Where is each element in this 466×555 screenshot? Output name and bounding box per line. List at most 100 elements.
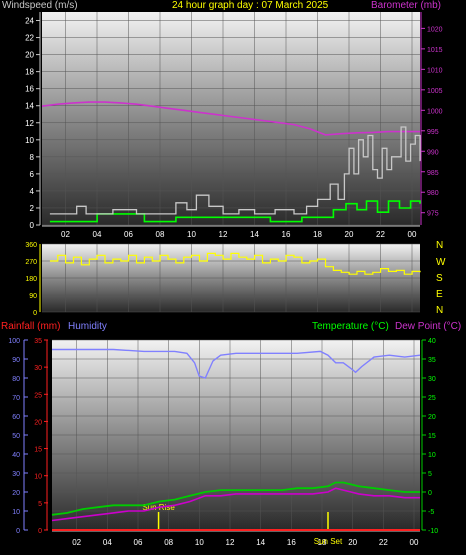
temperature-panel: 010203040506070809010005101520253035 -10…: [8, 338, 438, 547]
wind-plot-background: [42, 12, 420, 225]
windspeed-tick-label: 18: [25, 68, 34, 77]
rainfall-axis-title: Rainfall (mm): [1, 321, 61, 332]
humidity-tick-label: 60: [12, 414, 20, 421]
rain-tick-label: 25: [34, 392, 42, 399]
time-tick-label: 02: [72, 538, 81, 547]
temperature-axis-title: Temperature (°C): [312, 321, 389, 332]
temperature-axis: -10 -5 0 5 10 15 20 25 30 35 40: [421, 338, 438, 535]
windspeed-tick-label: 14: [25, 102, 34, 111]
barometer-tick-label: 1015: [427, 47, 443, 54]
time-tick-label: 16: [282, 230, 291, 239]
time-tick-label: 06: [134, 538, 143, 547]
humidity-tick-label: 30: [12, 471, 20, 478]
sun-label: Sun Set: [314, 537, 343, 546]
temperature-tick-label: 35: [428, 357, 436, 364]
direction-tick-label: 180: [25, 276, 37, 283]
barometer-tick-label: 995: [427, 129, 439, 136]
humidity-tick-label: 20: [12, 490, 20, 497]
temperature-tick-label: 0: [428, 490, 432, 497]
time-tick-label: 14: [250, 230, 259, 239]
humidity-tick-label: 0: [16, 528, 20, 535]
barometer-tick-label: 1020: [427, 26, 443, 33]
rain-tick-label: 5: [38, 501, 42, 508]
time-tick-label: 20: [348, 538, 357, 547]
time-tick-label: 12: [219, 230, 228, 239]
temperature-tick-label: 5: [428, 471, 432, 478]
humidity-axis-title: Humidity: [68, 321, 107, 332]
compass-n-top: N: [436, 240, 444, 251]
time-tick-label: 08: [164, 538, 173, 547]
windspeed-tick-label: 10: [25, 136, 34, 145]
barometer-tick-label: 985: [427, 170, 439, 177]
direction-axis: 0 90 180 270 360: [25, 242, 41, 317]
temperature-tick-label: 10: [428, 452, 436, 459]
temperature-tick-label: 40: [428, 338, 436, 345]
temperature-tick-label: 25: [428, 395, 436, 402]
temperature-tick-label: -10: [428, 528, 438, 535]
weather-graph: 024681012141618202224 975980985990995100…: [8, 12, 443, 547]
rain-tick-label: 30: [34, 365, 42, 372]
rain-tick-label: 0: [38, 528, 42, 535]
rain-tick-label: 15: [34, 447, 42, 454]
windspeed-tick-label: 24: [25, 17, 34, 26]
rain-tick-label: 10: [34, 474, 42, 481]
temperature-tick-label: 30: [428, 376, 436, 383]
windspeed-tick-label: 12: [25, 119, 34, 128]
compass-n-bottom: N: [436, 305, 444, 316]
barometer-tick-label: 1000: [427, 108, 443, 115]
time-tick-label: 00: [408, 230, 417, 239]
barometer-tick-label: 990: [427, 149, 439, 156]
windspeed-axis: 024681012141618202224: [25, 12, 41, 230]
rain-humidity-axis: 0 10 20 30 40 50 60 70 80 90 100 0 5 10 15 20 25 30 35: [8, 338, 48, 535]
humidity-tick-label: 40: [12, 452, 20, 459]
barometer-tick-label: 1010: [427, 67, 443, 74]
humidity-tick-label: 100: [8, 338, 20, 345]
humidity-tick-label: 10: [12, 509, 20, 516]
dewpoint-axis-title: Dew Point (°C): [395, 321, 462, 332]
time-tick-label: 22: [379, 538, 388, 547]
direction-tick-label: 270: [25, 259, 37, 266]
time-tick-label: 00: [410, 538, 419, 547]
time-tick-label: 22: [376, 230, 385, 239]
humidity-tick-label: 90: [12, 357, 20, 364]
time-tick-label: 10: [187, 230, 196, 239]
compass-s: S: [436, 273, 443, 284]
windspeed-tick-label: 2: [30, 204, 35, 213]
direction-tick-label: 360: [25, 242, 37, 249]
barometer-axis: 975 980 985 990 995 1000 1005 1010 1015 1020: [420, 12, 443, 225]
rain-tick-label: 35: [34, 338, 42, 345]
temperature-tick-label: 15: [428, 433, 436, 440]
time-tick-label: 04: [103, 538, 112, 547]
windspeed-tick-label: 4: [30, 187, 35, 196]
windspeed-tick-label: 0: [30, 221, 35, 230]
barometer-tick-label: 980: [427, 190, 439, 197]
rain-tick-label: 20: [34, 419, 42, 426]
time-tick-label: 16: [287, 538, 296, 547]
temperature-tick-label: -5: [428, 509, 434, 516]
windspeed-tick-label: 6: [30, 170, 35, 179]
direction-tick-label: 90: [29, 293, 37, 300]
windspeed-tick-label: 8: [30, 153, 35, 162]
humidity-tick-label: 50: [12, 433, 20, 440]
time-tick-label: 12: [226, 538, 235, 547]
barometer-tick-label: 1005: [427, 88, 443, 95]
compass-e: E: [436, 289, 443, 300]
compass-w: W: [436, 257, 446, 268]
windspeed-tick-label: 16: [25, 85, 34, 94]
windspeed-axis-title: Windspeed (m/s): [2, 0, 78, 11]
time-tick-label: 20: [345, 230, 354, 239]
humidity-tick-label: 80: [12, 376, 20, 383]
wind-time-axis: 02 04 06 08 10 12 14 16 18 20 22 00: [42, 225, 420, 239]
time-tick-label: 06: [124, 230, 133, 239]
time-tick-label: 14: [256, 538, 265, 547]
barometer-axis-title: Barometer (mb): [371, 0, 442, 11]
temperature-time-axis: 02 04 06 08 10 12 14 16 18 20 22 00: [52, 530, 420, 547]
time-tick-label: 08: [156, 230, 165, 239]
direction-tick-label: 0: [33, 310, 37, 317]
time-tick-label: 18: [313, 230, 322, 239]
barometer-tick-label: 975: [427, 211, 439, 218]
humidity-tick-label: 70: [12, 395, 20, 402]
time-tick-label: 04: [93, 230, 102, 239]
chart-title: 24 hour graph day : 07 March 2025: [172, 0, 329, 11]
time-tick-label: 02: [61, 230, 70, 239]
